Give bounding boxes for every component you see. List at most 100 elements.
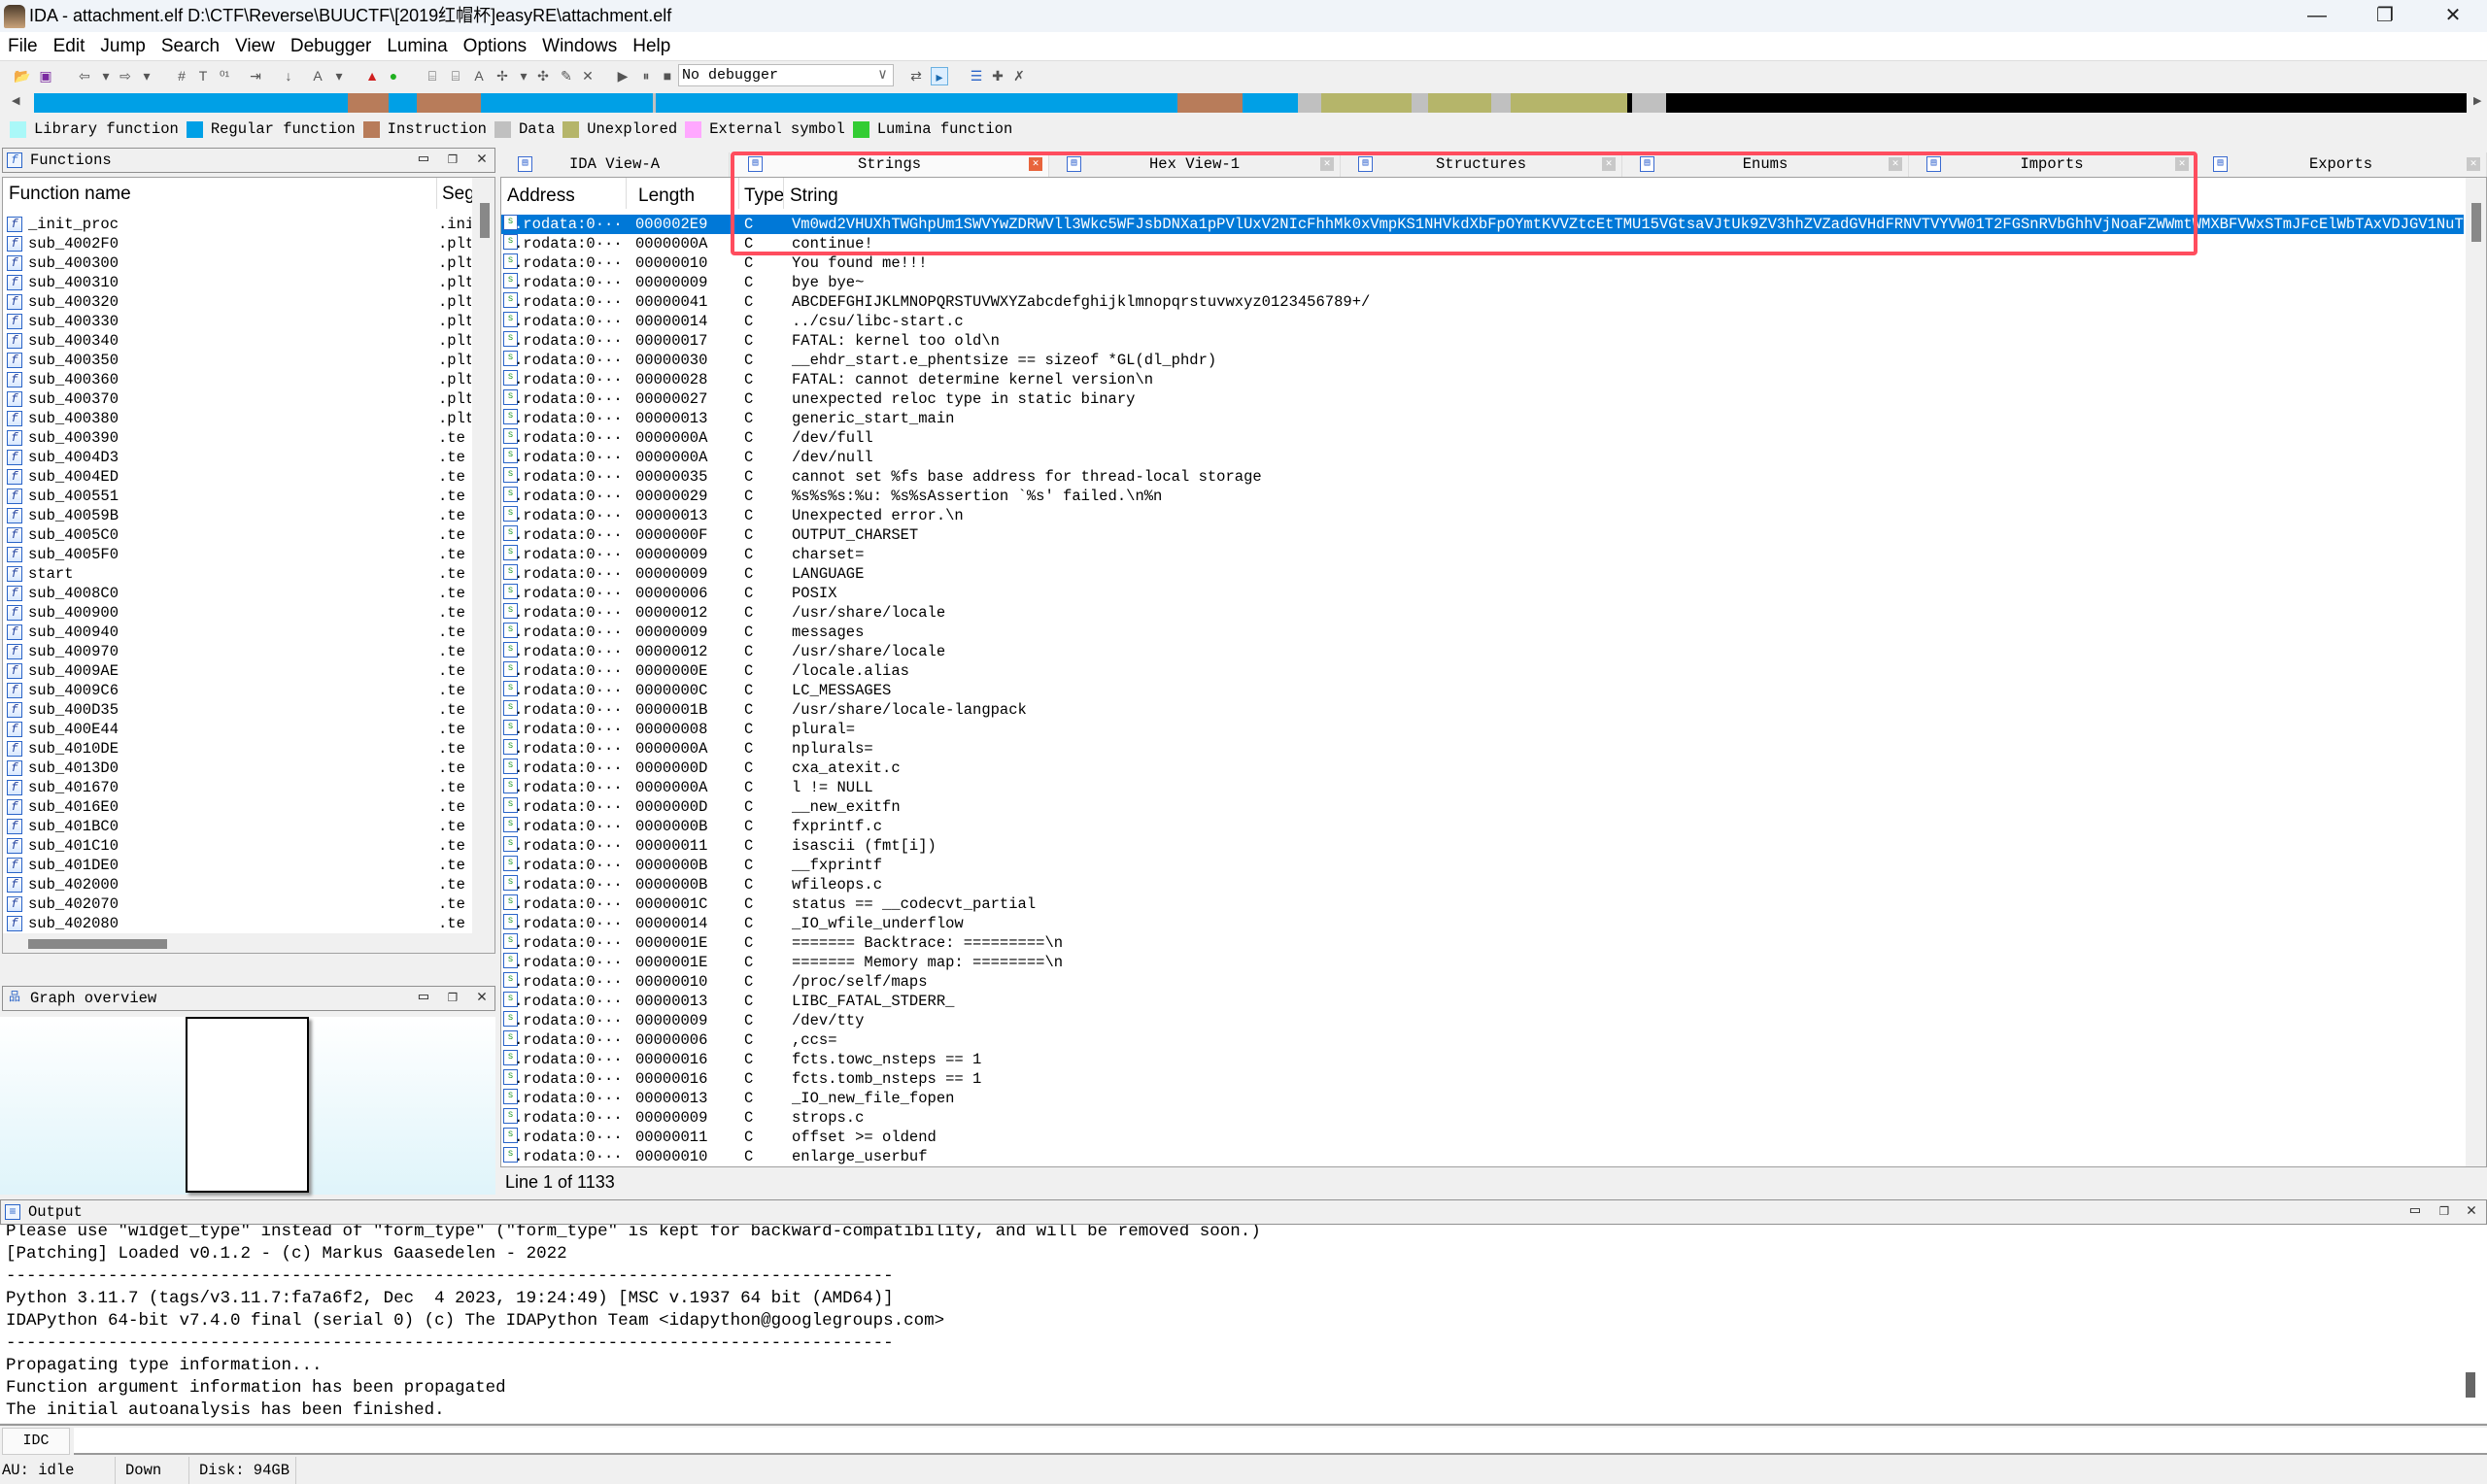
tab-close-icon[interactable]: ✕: [2467, 157, 2480, 171]
string-row[interactable]: s .rodata:0··· 0000001B C/usr/share/locale-…: [501, 700, 2464, 720]
graph-viewport[interactable]: [186, 1017, 309, 1193]
pause-icon[interactable]: ⏸: [637, 67, 655, 85]
tab-enums[interactable]: ▤ Enums ✕: [1622, 152, 1909, 177]
ascii-icon[interactable]: A: [309, 67, 326, 85]
string-row[interactable]: s .rodata:0··· 00000013 Cgeneric_start_main: [501, 409, 2464, 428]
string-row[interactable]: s .rodata:0··· 00000009 C/dev/tty: [501, 1011, 2464, 1030]
breakpoint-icon[interactable]: ✚: [989, 67, 1006, 85]
string-row[interactable]: s .rodata:0··· 00000011 Cisascii (fmt[i]): [501, 836, 2464, 856]
function-row[interactable]: f sub_400300 .plt: [3, 253, 471, 273]
function-row[interactable]: f sub_400320 .plt: [3, 292, 471, 312]
tab-exports[interactable]: ▤ Exports ✕: [2196, 152, 2487, 177]
menu-search[interactable]: Search: [153, 32, 227, 60]
string-row[interactable]: s .rodata:0··· 0000000B Cwfileops.c: [501, 875, 2464, 894]
string-row[interactable]: s .rodata:0··· 0000000E C/locale.alias: [501, 661, 2464, 681]
column-header-type[interactable]: Type: [744, 186, 784, 207]
function-row[interactable]: f sub_402080 .te: [3, 914, 471, 933]
function-row[interactable]: f sub_401DE0 .te: [3, 856, 471, 875]
tab-close-icon[interactable]: ✕: [2175, 157, 2189, 171]
close-panel-icon[interactable]: ✕: [2461, 1200, 2482, 1224]
function-row[interactable]: f sub_4010DE .te: [3, 739, 471, 759]
string-row[interactable]: s .rodata:0··· 00000017 C FATAL: kernel too …: [501, 331, 2464, 351]
struct-icon[interactable]: ✢: [494, 67, 511, 85]
menu-file[interactable]: File: [0, 32, 46, 60]
function-row[interactable]: f sub_4009C6 .te: [3, 681, 471, 700]
string-row[interactable]: s .rodata:0··· 0000000B Cfxprintf.c: [501, 817, 2464, 836]
string-row[interactable]: s .rodata:0··· 00000011 Coffset >= oldend: [501, 1128, 2464, 1147]
function-row[interactable]: f sub_4008C0 .te: [3, 584, 471, 603]
string-row[interactable]: s .rodata:0··· 0000001E C ======= Memory map…: [501, 953, 2464, 972]
output-scroll-thumb[interactable]: [2466, 1372, 2475, 1398]
string-row[interactable]: s .rodata:0··· 00000012 C/usr/share/locale: [501, 642, 2464, 661]
attach-icon[interactable]: ⇄: [907, 67, 925, 85]
function-row[interactable]: f sub_4005F0 .te: [3, 545, 471, 564]
string-row[interactable]: s .rodata:0··· 00000016 Cfcts.towc_nsteps =…: [501, 1050, 2464, 1069]
down-arrow-icon[interactable]: ↓: [280, 67, 297, 85]
scroll-thumb[interactable]: [480, 203, 490, 238]
menu-jump[interactable]: Jump: [92, 32, 153, 60]
struct-dropdown-icon[interactable]: ▾: [515, 67, 532, 85]
string-row[interactable]: s .rodata:0··· 00000008 Cplural=: [501, 720, 2464, 739]
string-row[interactable]: s .rodata:0··· 00000035 Ccannot set %fs bas…: [501, 467, 2464, 487]
tab-strings[interactable]: ▤ Strings ✕: [731, 152, 1049, 177]
function-row[interactable]: f sub_4002F0 .plt: [3, 234, 471, 253]
close-panel-icon[interactable]: ✕: [471, 987, 493, 1010]
function-row[interactable]: f sub_4009AE .te: [3, 661, 471, 681]
binary-icon[interactable]: ⁰¹: [216, 67, 233, 85]
stop-icon[interactable]: ■: [659, 67, 676, 85]
string-row[interactable]: s .rodata:0··· 00000006 C ,ccs=: [501, 1030, 2464, 1050]
string-row[interactable]: s .rodata:0··· 00000028 C FATAL: cannot dete…: [501, 370, 2464, 389]
string-row[interactable]: s .rodata:0··· 000002E9 C Vm0wd2VHUXhTWGhpUm…: [501, 215, 2464, 234]
column-header-length[interactable]: Length: [638, 186, 695, 207]
maximize-panel-icon[interactable]: ▭: [413, 149, 434, 172]
jump-icon[interactable]: ⇥: [247, 67, 264, 85]
float-panel-icon[interactable]: ❐: [2434, 1200, 2455, 1224]
function-row[interactable]: f sub_400340 .plt: [3, 331, 471, 351]
maximize-panel-icon[interactable]: ▭: [413, 987, 434, 1010]
menu-options[interactable]: Options: [456, 32, 534, 60]
string-row[interactable]: s .rodata:0··· 00000010 C/proc/self/maps: [501, 972, 2464, 992]
function-row[interactable]: f sub_400940 .te: [3, 623, 471, 642]
menu-windows[interactable]: Windows: [534, 32, 625, 60]
list-icon[interactable]: ☰: [968, 67, 985, 85]
menu-debugger[interactable]: Debugger: [283, 32, 379, 60]
string-row[interactable]: s .rodata:0··· 00000006 C POSIX: [501, 584, 2464, 603]
function-row[interactable]: f sub_401670 .te: [3, 778, 471, 797]
nav-left-arrow-icon[interactable]: ◀: [12, 94, 19, 107]
function-row[interactable]: f sub_400551 .te: [3, 487, 471, 506]
data-icon[interactable]: ⌸: [447, 67, 464, 85]
tab-close-icon[interactable]: ✕: [1889, 157, 1902, 171]
strings-vscroll[interactable]: [2466, 178, 2486, 1166]
function-row[interactable]: f sub_400350 .plt: [3, 351, 471, 370]
close-panel-icon[interactable]: ✕: [471, 149, 493, 172]
column-header-seg[interactable]: Seg: [442, 184, 473, 205]
function-row[interactable]: f sub_400390 .te: [3, 428, 471, 448]
back-dropdown-icon[interactable]: ▾: [97, 67, 115, 85]
string-row[interactable]: s .rodata:0··· 00000010 Cenlarge_userbuf: [501, 1147, 2464, 1166]
nav-right-arrow-icon[interactable]: ▶: [2473, 94, 2481, 107]
function-row[interactable]: f sub_4013D0 .te: [3, 759, 471, 778]
scroll-thumb[interactable]: [28, 939, 167, 949]
float-panel-icon[interactable]: ❐: [442, 149, 463, 172]
string-row[interactable]: s .rodata:0··· 0000000D Ccxa_atexit.c: [501, 759, 2464, 778]
string-row[interactable]: s .rodata:0··· 0000000A Cl != NULL: [501, 778, 2464, 797]
string-row[interactable]: s .rodata:0··· 00000016 Cfcts.tomb_nsteps =…: [501, 1069, 2464, 1089]
rename-icon[interactable]: ✎: [558, 67, 575, 85]
string-row[interactable]: s .rodata:0··· 00000010 C You found me!!!: [501, 253, 2464, 273]
string-row[interactable]: s .rodata:0··· 0000000F C OUTPUT_CHARSET: [501, 525, 2464, 545]
string-row[interactable]: s .rodata:0··· 0000001C Cstatus == __codecv…: [501, 894, 2464, 914]
function-row[interactable]: f sub_400900 .te: [3, 603, 471, 623]
tab-close-icon[interactable]: ✕: [1320, 157, 1334, 171]
float-panel-icon[interactable]: ❐: [442, 987, 463, 1010]
function-row[interactable]: f sub_400360 .plt: [3, 370, 471, 389]
string-row[interactable]: s .rodata:0··· 00000030 C __ehdr_start.e_phe…: [501, 351, 2464, 370]
navigation-band[interactable]: [34, 93, 2467, 113]
tab-ida-view-a[interactable]: ▤ IDA View-A: [500, 152, 730, 177]
undefine-icon[interactable]: ✣: [534, 67, 552, 85]
tab-imports[interactable]: ▤ Imports ✕: [1909, 152, 2196, 177]
functions-vscroll[interactable]: [472, 178, 494, 933]
function-row[interactable]: f sub_400380 .plt: [3, 409, 471, 428]
function-row[interactable]: f sub_401C10 .te: [3, 836, 471, 856]
function-row[interactable]: f sub_4016E0 .te: [3, 797, 471, 817]
tab-hex-view-1[interactable]: ▤ Hex View-1 ✕: [1049, 152, 1341, 177]
